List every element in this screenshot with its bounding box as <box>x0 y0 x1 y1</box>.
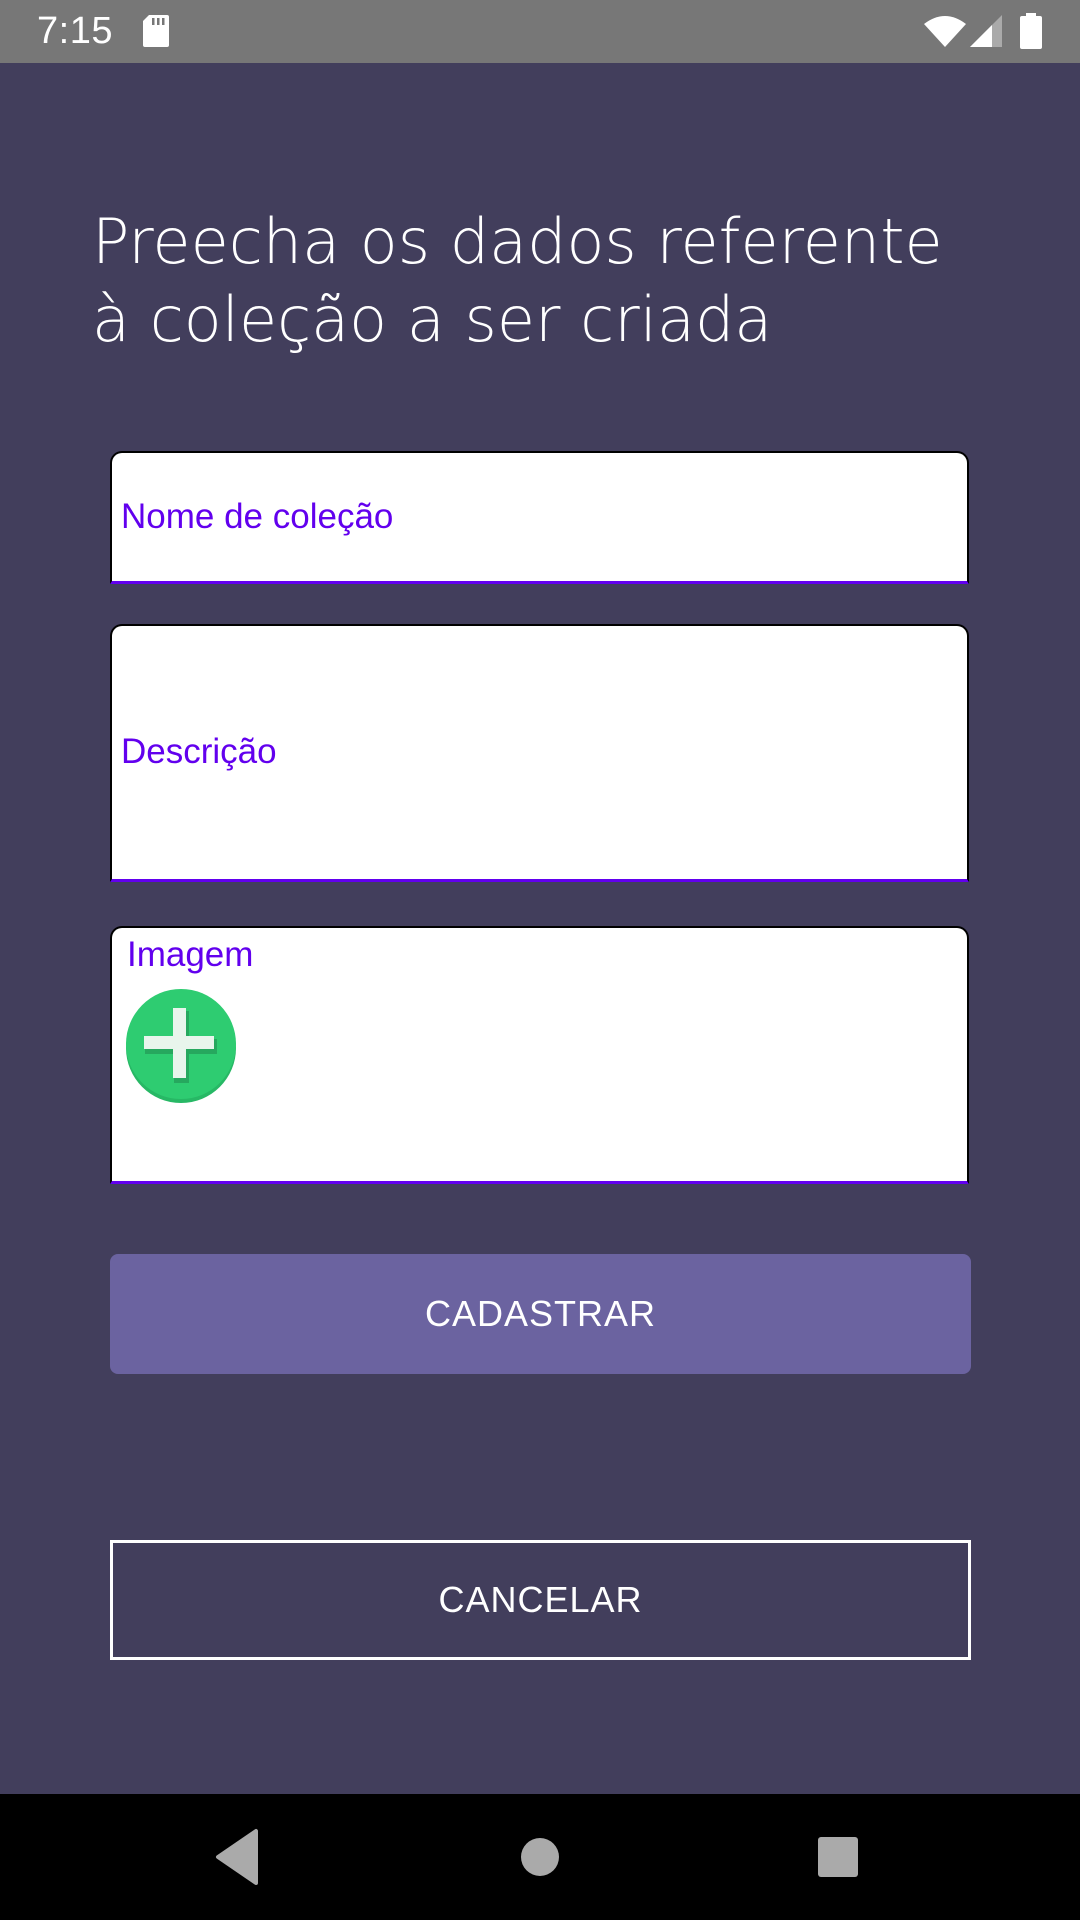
cancel-button[interactable]: CANCELAR <box>110 1540 971 1660</box>
sd-card-icon <box>143 15 169 47</box>
wifi-icon <box>924 16 966 47</box>
page-title: Preecha os dados referente à coleção a s… <box>92 205 943 356</box>
status-bar: 7:15 <box>0 0 1080 63</box>
cadastrar-button[interactable]: CADASTRAR <box>110 1254 971 1374</box>
back-icon[interactable] <box>200 1819 276 1895</box>
recents-icon[interactable] <box>800 1819 876 1895</box>
image-field: Imagem <box>110 926 969 1184</box>
cell-signal-icon <box>970 15 1002 47</box>
description-label: Descrição <box>121 732 277 771</box>
navigation-bar <box>0 1794 1080 1920</box>
create-collection-screen: Preecha os dados referente à coleção a s… <box>0 63 1080 1794</box>
home-icon[interactable] <box>502 1819 578 1895</box>
image-label: Imagem <box>127 935 254 974</box>
battery-icon <box>1020 13 1042 49</box>
add-circle-icon[interactable] <box>124 988 238 1104</box>
description-field[interactable]: Descrição <box>110 624 969 882</box>
collection-name-field[interactable]: Nome de coleção <box>110 451 969 584</box>
collection-name-label: Nome de coleção <box>121 497 394 536</box>
status-time: 7:15 <box>37 10 113 52</box>
